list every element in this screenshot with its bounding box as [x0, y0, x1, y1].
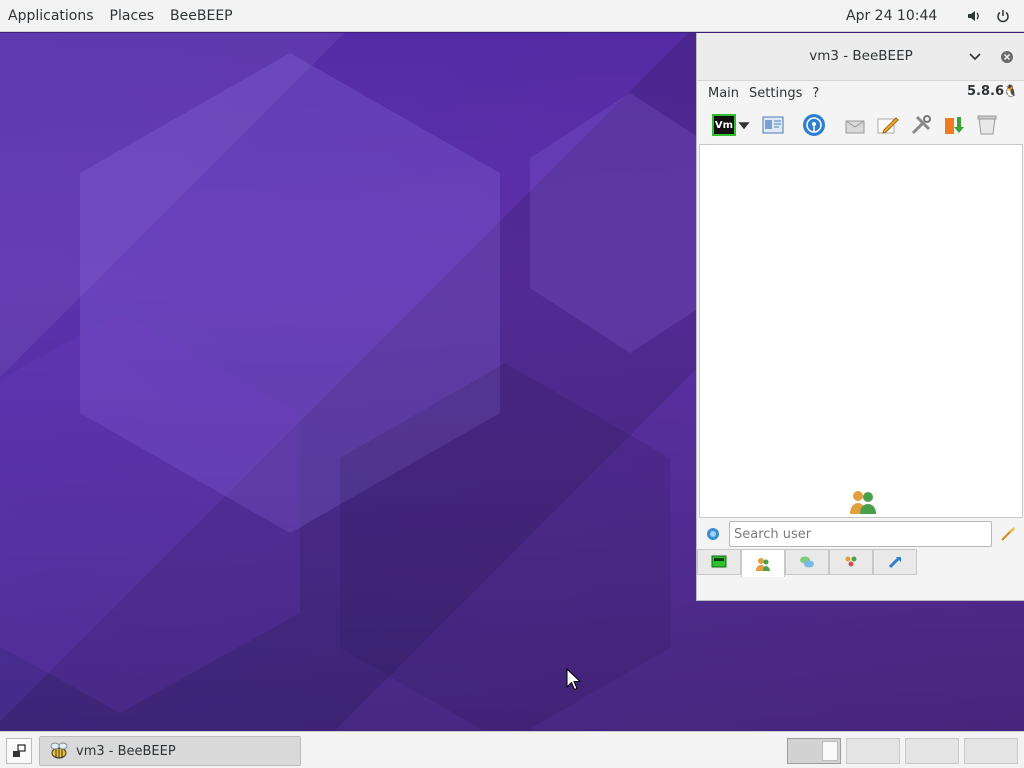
workspace-window-thumb	[822, 741, 838, 761]
menu-main[interactable]: Main	[703, 81, 744, 107]
beebeep-window: vm3 - BeeBEEP Main Settings ? 5.8.6 🐧 Vm	[696, 33, 1024, 601]
caret-down-icon	[738, 122, 750, 130]
envelope-icon	[845, 120, 865, 134]
linux-icon: 🐧	[1003, 84, 1018, 98]
mail-button[interactable]	[841, 111, 869, 139]
tab-chats[interactable]	[785, 549, 829, 575]
taskbar-window-button[interactable]: vm3 - BeeBEEP	[39, 736, 301, 766]
tools-button[interactable]	[907, 111, 935, 139]
users-icon	[850, 491, 876, 514]
tab-chat-list[interactable]	[697, 549, 741, 575]
tools-icon	[911, 115, 931, 135]
edit-button[interactable]	[874, 111, 902, 139]
top-panel: Applications Places BeeBEEP Apr 24 10:44	[0, 0, 1024, 32]
tab-groups[interactable]	[829, 549, 873, 575]
status-button[interactable]: Vm	[711, 111, 737, 139]
broadcast-icon	[803, 114, 825, 136]
chevron-down-icon[interactable]	[965, 47, 985, 67]
search-user-input[interactable]	[729, 521, 992, 547]
power-icon[interactable]	[995, 8, 1011, 24]
applications-menu[interactable]: Applications	[0, 0, 102, 32]
background-shape	[0, 313, 300, 713]
status-dropdown[interactable]	[737, 111, 751, 139]
window-titlebar[interactable]: vm3 - BeeBEEP	[697, 33, 1024, 81]
show-desktop-button[interactable]	[6, 738, 32, 764]
menu-help[interactable]: ?	[807, 81, 824, 107]
workspace-2[interactable]	[846, 738, 900, 764]
bottom-panel: vm3 - BeeBEEP	[0, 731, 1024, 768]
update-button[interactable]	[940, 111, 968, 139]
background-shape	[340, 363, 670, 730]
tab-share[interactable]	[873, 549, 917, 575]
users-tab-icon	[756, 557, 770, 571]
menu-settings[interactable]: Settings	[744, 81, 807, 107]
group-icon	[845, 556, 857, 567]
show-desktop-icon	[13, 744, 26, 757]
trash-icon	[977, 115, 997, 135]
chat-bubbles-icon	[800, 556, 814, 568]
workspace-4[interactable]	[964, 738, 1018, 764]
trash-button[interactable]	[973, 111, 1001, 139]
tab-users[interactable]	[741, 549, 785, 577]
profile-button[interactable]	[759, 111, 787, 139]
download-icon	[945, 117, 964, 134]
profile-card-icon	[762, 116, 784, 134]
share-icon	[888, 557, 901, 569]
pencil-icon	[877, 117, 899, 134]
view-tabs	[697, 549, 917, 577]
home-chat-icon	[711, 555, 727, 568]
status-badge: Vm	[712, 114, 736, 136]
user-list[interactable]	[699, 144, 1023, 518]
workspace-3[interactable]	[905, 738, 959, 764]
network-button[interactable]	[800, 111, 828, 139]
clear-search-icon[interactable]	[999, 525, 1017, 543]
mouse-cursor-icon	[566, 668, 582, 691]
bee-icon	[50, 742, 68, 759]
search-filter-icon[interactable]	[705, 526, 721, 542]
workspace-1[interactable]	[787, 738, 841, 764]
taskbar-window-label: vm3 - BeeBEEP	[76, 743, 176, 759]
close-icon	[1001, 51, 1013, 63]
clock[interactable]: Apr 24 10:44	[846, 0, 937, 32]
version-label: 5.8.6	[966, 84, 1004, 99]
toolbar: Vm	[697, 107, 1024, 143]
search-row	[697, 520, 1024, 548]
places-menu[interactable]: Places	[102, 0, 163, 32]
close-button[interactable]	[997, 47, 1017, 67]
menubar: Main Settings ? 5.8.6 🐧	[697, 81, 1024, 107]
app-menu[interactable]: BeeBEEP	[162, 0, 241, 32]
volume-icon[interactable]	[966, 8, 982, 24]
